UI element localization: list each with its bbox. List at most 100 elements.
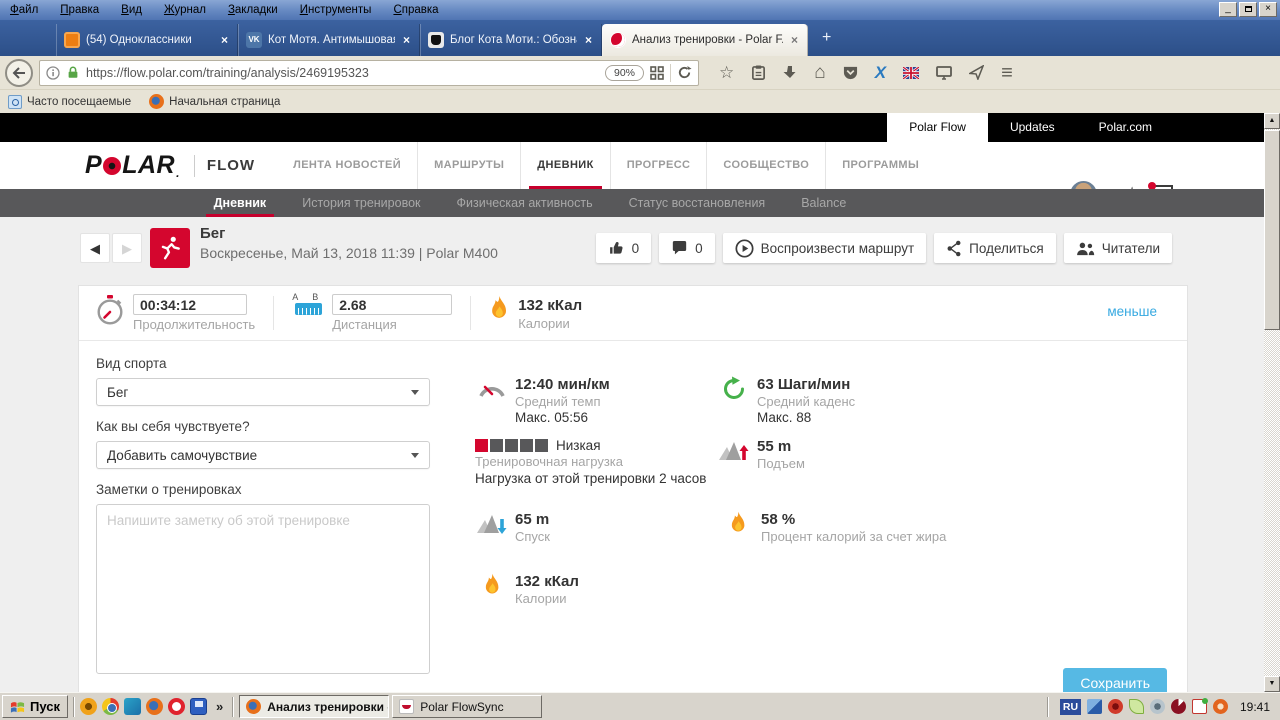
next-session-button[interactable]: ▶ bbox=[112, 233, 142, 263]
stat-fat-percent: 58 % Процент калорий за счет жира bbox=[723, 511, 966, 544]
previous-session-button[interactable]: ◀ bbox=[80, 233, 110, 263]
close-button[interactable]: × bbox=[1259, 2, 1277, 17]
tab-close-icon[interactable]: × bbox=[583, 33, 594, 47]
menu-bookmarks[interactable]: Закладки bbox=[228, 4, 278, 16]
hamburger-menu-icon[interactable]: ≡ bbox=[1001, 63, 1013, 83]
like-button[interactable]: 0 bbox=[596, 233, 652, 263]
subnav-history[interactable]: История тренировок bbox=[284, 189, 438, 217]
bookmarks-list-icon[interactable] bbox=[751, 65, 766, 81]
divider bbox=[1047, 697, 1049, 717]
home-icon[interactable]: ⌂ bbox=[814, 63, 825, 82]
polar-header: POLAR. FLOW ЛЕНТА НОВОСТЕЙ МАРШРУТЫ ДНЕВ… bbox=[0, 142, 1264, 189]
back-button[interactable] bbox=[5, 59, 33, 87]
share-button[interactable]: Поделиться bbox=[934, 233, 1056, 263]
menu-help[interactable]: Справка bbox=[393, 4, 438, 16]
nav-community[interactable]: СООБЩЕСТВО bbox=[706, 142, 825, 189]
nav-diary[interactable]: ДНЕВНИК bbox=[520, 142, 609, 189]
translate-flag-icon[interactable] bbox=[903, 67, 919, 79]
downloads-icon[interactable] bbox=[783, 65, 797, 80]
restore-button[interactable] bbox=[1239, 2, 1257, 17]
sport-select[interactable]: Бег bbox=[96, 378, 430, 406]
ab-marker: A B bbox=[292, 292, 324, 302]
quicklaunch-opera-icon[interactable] bbox=[168, 698, 185, 715]
calories-label: Калории bbox=[518, 316, 582, 331]
readers-button[interactable]: Читатели bbox=[1064, 233, 1172, 263]
distance-input[interactable] bbox=[332, 294, 452, 315]
replay-route-button[interactable]: Воспроизвести маршрут bbox=[723, 233, 927, 263]
menu-file[interactable]: Файл bbox=[10, 4, 38, 16]
polar-logo[interactable]: POLAR. bbox=[85, 151, 180, 180]
tray-sync-icon[interactable] bbox=[1192, 699, 1207, 714]
scrollbar-thumb[interactable] bbox=[1264, 130, 1280, 330]
scroll-up-button[interactable]: ▲ bbox=[1264, 113, 1280, 129]
tab-vk[interactable]: VK Кот Мотя. Антимышовая ко... × bbox=[238, 24, 420, 56]
zoom-level-badge[interactable]: 90% bbox=[605, 65, 644, 81]
bookmark-home-page[interactable]: Начальная страница bbox=[149, 94, 280, 109]
minimize-button[interactable]: _ bbox=[1219, 2, 1237, 17]
task-button-flowsync[interactable]: Polar FlowSync bbox=[392, 695, 542, 718]
bookmark-star-icon[interactable]: ☆ bbox=[719, 64, 734, 81]
show-less-link[interactable]: меньше bbox=[1107, 304, 1157, 319]
cadence-label: Средний каденс bbox=[757, 394, 855, 409]
quicklaunch-app2-icon[interactable] bbox=[124, 698, 141, 715]
screenshot-monitor-icon[interactable] bbox=[936, 66, 952, 80]
quicklaunch-flowsync-icon[interactable] bbox=[190, 698, 207, 715]
quicklaunch-overflow-icon[interactable]: » bbox=[216, 699, 223, 714]
tray-antivirus-icon[interactable] bbox=[1108, 699, 1123, 714]
tab-odnoklassniki[interactable]: (54) Одноклассники × bbox=[56, 24, 238, 56]
load-value: Низкая bbox=[556, 438, 601, 453]
tab-close-icon[interactable]: × bbox=[789, 33, 800, 47]
language-indicator[interactable]: RU bbox=[1060, 699, 1081, 715]
feeling-select[interactable]: Добавить самочувствие bbox=[96, 441, 430, 469]
quicklaunch-firefox-icon[interactable] bbox=[146, 698, 163, 715]
pocket-icon[interactable] bbox=[843, 65, 858, 80]
quicklaunch-app-icon[interactable] bbox=[80, 698, 97, 715]
tray-disc-icon[interactable] bbox=[1171, 699, 1186, 714]
task-button-firefox[interactable]: Анализ тренировки - ... bbox=[239, 695, 389, 718]
pace-value: 12:40 мин/км bbox=[515, 376, 610, 393]
start-button[interactable]: Пуск bbox=[2, 695, 68, 718]
menu-history[interactable]: Журнал bbox=[164, 4, 206, 16]
tab-blog[interactable]: Блог Кота Моти.: Обознач... × bbox=[420, 24, 602, 56]
nav-feed[interactable]: ЛЕНТА НОВОСТЕЙ bbox=[277, 142, 417, 189]
top-link-polar-com[interactable]: Polar.com bbox=[1077, 113, 1174, 142]
menu-tools[interactable]: Инструменты bbox=[300, 4, 372, 16]
quicklaunch-chrome-icon[interactable] bbox=[102, 698, 119, 715]
x-extension-icon[interactable]: X bbox=[875, 64, 886, 81]
subnav-recovery[interactable]: Статус восстановления bbox=[611, 189, 784, 217]
new-tab-button[interactable]: + bbox=[822, 29, 831, 47]
grid-icon[interactable] bbox=[650, 66, 664, 80]
subnav-diary[interactable]: Дневник bbox=[196, 189, 285, 217]
subnav-activity[interactable]: Физическая активность bbox=[439, 189, 611, 217]
tab-close-icon[interactable]: × bbox=[401, 33, 412, 47]
secure-lock-icon[interactable] bbox=[66, 65, 80, 80]
menu-view[interactable]: Вид bbox=[121, 4, 142, 16]
top-link-updates[interactable]: Updates bbox=[988, 113, 1077, 142]
tab-close-icon[interactable]: × bbox=[219, 33, 230, 47]
save-button[interactable]: Сохранить bbox=[1063, 668, 1167, 692]
comment-button[interactable]: 0 bbox=[659, 233, 715, 263]
url-bar[interactable]: 90% bbox=[39, 60, 699, 86]
descent-label: Спуск bbox=[515, 529, 550, 544]
top-link-polar-flow[interactable]: Polar Flow bbox=[887, 113, 988, 142]
url-input[interactable] bbox=[86, 66, 599, 80]
tray-leaf-icon[interactable] bbox=[1129, 699, 1144, 714]
scroll-down-button[interactable]: ▼ bbox=[1264, 676, 1280, 692]
duration-input[interactable] bbox=[133, 294, 247, 315]
subnav-balance[interactable]: Balance bbox=[783, 189, 864, 217]
nav-progress[interactable]: ПРОГРЕСС bbox=[610, 142, 707, 189]
firefox-icon bbox=[246, 699, 261, 714]
menu-edit[interactable]: Правка bbox=[60, 4, 99, 16]
reload-icon[interactable] bbox=[677, 65, 692, 80]
send-tab-icon[interactable] bbox=[969, 65, 984, 80]
bookmark-most-visited[interactable]: Часто посещаемые bbox=[8, 95, 131, 109]
nav-programs[interactable]: ПРОГРАММЫ bbox=[825, 142, 935, 189]
notes-textarea[interactable] bbox=[96, 504, 430, 674]
tab-polar-active[interactable]: Анализ тренировки - Polar F... × bbox=[602, 24, 808, 56]
tray-agent-icon[interactable] bbox=[1213, 699, 1228, 714]
info-icon[interactable] bbox=[46, 66, 60, 80]
tray-webcam-icon[interactable] bbox=[1150, 699, 1165, 714]
page-scrollbar[interactable]: ▲ ▼ bbox=[1264, 113, 1280, 692]
tray-network-icon[interactable] bbox=[1087, 699, 1102, 714]
nav-routes[interactable]: МАРШРУТЫ bbox=[417, 142, 520, 189]
